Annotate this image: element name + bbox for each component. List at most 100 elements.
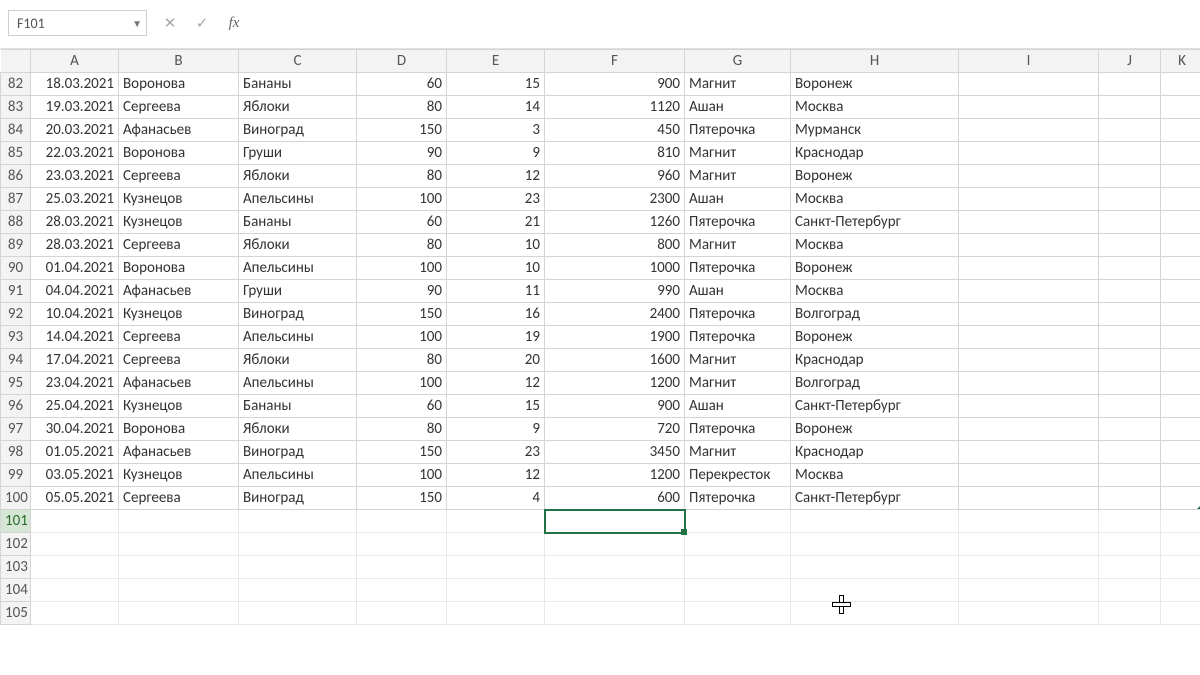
cell-K83[interactable]: [1161, 96, 1200, 119]
cell-I85[interactable]: [959, 142, 1099, 165]
row-header-92[interactable]: 92: [1, 303, 31, 326]
col-header-F[interactable]: F: [545, 50, 685, 73]
cell-E96[interactable]: 15: [447, 395, 545, 418]
cell-E101[interactable]: [447, 510, 545, 533]
cell-A104[interactable]: [31, 579, 119, 602]
cell-F103[interactable]: [545, 556, 685, 579]
row-header-83[interactable]: 83: [1, 96, 31, 119]
cell-E99[interactable]: 12: [447, 464, 545, 487]
cell-C93[interactable]: Апельсины: [239, 326, 357, 349]
cell-D98[interactable]: 150: [357, 441, 447, 464]
cell-J87[interactable]: [1099, 188, 1161, 211]
cell-B99[interactable]: Кузнецов: [119, 464, 239, 487]
cell-K104[interactable]: [1161, 579, 1200, 602]
cell-B90[interactable]: Воронова: [119, 257, 239, 280]
cell-I99[interactable]: [959, 464, 1099, 487]
cell-C83[interactable]: Яблоки: [239, 96, 357, 119]
cell-H82[interactable]: Воронеж: [791, 73, 959, 96]
formula-input[interactable]: [257, 10, 1200, 36]
col-header-I[interactable]: I: [959, 50, 1099, 73]
cell-K82[interactable]: [1161, 73, 1200, 96]
cell-C97[interactable]: Яблоки: [239, 418, 357, 441]
cell-D88[interactable]: 60: [357, 211, 447, 234]
cell-A84[interactable]: 20.03.2021: [31, 119, 119, 142]
cell-K91[interactable]: [1161, 280, 1200, 303]
cell-B85[interactable]: Воронова: [119, 142, 239, 165]
cell-K87[interactable]: [1161, 188, 1200, 211]
cell-J100[interactable]: [1099, 487, 1161, 510]
cell-B96[interactable]: Кузнецов: [119, 395, 239, 418]
cell-H88[interactable]: Санкт-Петербург: [791, 211, 959, 234]
cell-B103[interactable]: [119, 556, 239, 579]
cell-A85[interactable]: 22.03.2021: [31, 142, 119, 165]
cell-D96[interactable]: 60: [357, 395, 447, 418]
cell-H96[interactable]: Санкт-Петербург: [791, 395, 959, 418]
cell-G101[interactable]: [685, 510, 791, 533]
cell-H98[interactable]: Краснодар: [791, 441, 959, 464]
cell-C91[interactable]: Груши: [239, 280, 357, 303]
cell-D101[interactable]: [357, 510, 447, 533]
cell-D89[interactable]: 80: [357, 234, 447, 257]
cell-D105[interactable]: [357, 602, 447, 625]
cell-F92[interactable]: 2400: [545, 303, 685, 326]
cell-C95[interactable]: Апельсины: [239, 372, 357, 395]
cell-D95[interactable]: 100: [357, 372, 447, 395]
cell-D82[interactable]: 60: [357, 73, 447, 96]
cell-I102[interactable]: [959, 533, 1099, 556]
cell-K89[interactable]: [1161, 234, 1200, 257]
cell-H105[interactable]: [791, 602, 959, 625]
cell-F98[interactable]: 3450: [545, 441, 685, 464]
select-all-corner[interactable]: [1, 50, 31, 73]
col-header-G[interactable]: G: [685, 50, 791, 73]
cell-F101[interactable]: [545, 510, 685, 533]
cell-C101[interactable]: [239, 510, 357, 533]
cell-D104[interactable]: [357, 579, 447, 602]
cell-G103[interactable]: [685, 556, 791, 579]
cell-G88[interactable]: Пятерочка: [685, 211, 791, 234]
cell-G87[interactable]: Ашан: [685, 188, 791, 211]
cell-D100[interactable]: 150: [357, 487, 447, 510]
cell-F102[interactable]: [545, 533, 685, 556]
cell-H91[interactable]: Москва: [791, 280, 959, 303]
cell-H103[interactable]: [791, 556, 959, 579]
cell-C104[interactable]: [239, 579, 357, 602]
cell-B100[interactable]: Сергеева: [119, 487, 239, 510]
row-header-104[interactable]: 104: [1, 579, 31, 602]
cell-J84[interactable]: [1099, 119, 1161, 142]
cell-A89[interactable]: 28.03.2021: [31, 234, 119, 257]
cell-A87[interactable]: 25.03.2021: [31, 188, 119, 211]
cell-A93[interactable]: 14.04.2021: [31, 326, 119, 349]
cell-C99[interactable]: Апельсины: [239, 464, 357, 487]
cell-I95[interactable]: [959, 372, 1099, 395]
cell-K105[interactable]: [1161, 602, 1200, 625]
cell-E102[interactable]: [447, 533, 545, 556]
cell-E104[interactable]: [447, 579, 545, 602]
cell-D87[interactable]: 100: [357, 188, 447, 211]
col-header-A[interactable]: A: [31, 50, 119, 73]
row-header-97[interactable]: 97: [1, 418, 31, 441]
cell-A98[interactable]: 01.05.2021: [31, 441, 119, 464]
col-header-K[interactable]: K: [1161, 50, 1200, 73]
cell-G84[interactable]: Пятерочка: [685, 119, 791, 142]
cell-F89[interactable]: 800: [545, 234, 685, 257]
cell-I83[interactable]: [959, 96, 1099, 119]
cell-H83[interactable]: Москва: [791, 96, 959, 119]
cell-H89[interactable]: Москва: [791, 234, 959, 257]
cell-E87[interactable]: 23: [447, 188, 545, 211]
cell-H101[interactable]: [791, 510, 959, 533]
cell-J83[interactable]: [1099, 96, 1161, 119]
cell-J95[interactable]: [1099, 372, 1161, 395]
cell-J82[interactable]: [1099, 73, 1161, 96]
spreadsheet-grid[interactable]: ABCDEFGHIJK8218.03.2021ВороноваБананы601…: [0, 49, 1200, 625]
cell-A103[interactable]: [31, 556, 119, 579]
cell-I94[interactable]: [959, 349, 1099, 372]
cell-F95[interactable]: 1200: [545, 372, 685, 395]
cell-A94[interactable]: 17.04.2021: [31, 349, 119, 372]
cell-J88[interactable]: [1099, 211, 1161, 234]
cell-E91[interactable]: 11: [447, 280, 545, 303]
cell-C92[interactable]: Виноград: [239, 303, 357, 326]
cell-K92[interactable]: [1161, 303, 1200, 326]
cell-F97[interactable]: 720: [545, 418, 685, 441]
cell-J91[interactable]: [1099, 280, 1161, 303]
chevron-down-icon[interactable]: ▼: [132, 17, 142, 30]
